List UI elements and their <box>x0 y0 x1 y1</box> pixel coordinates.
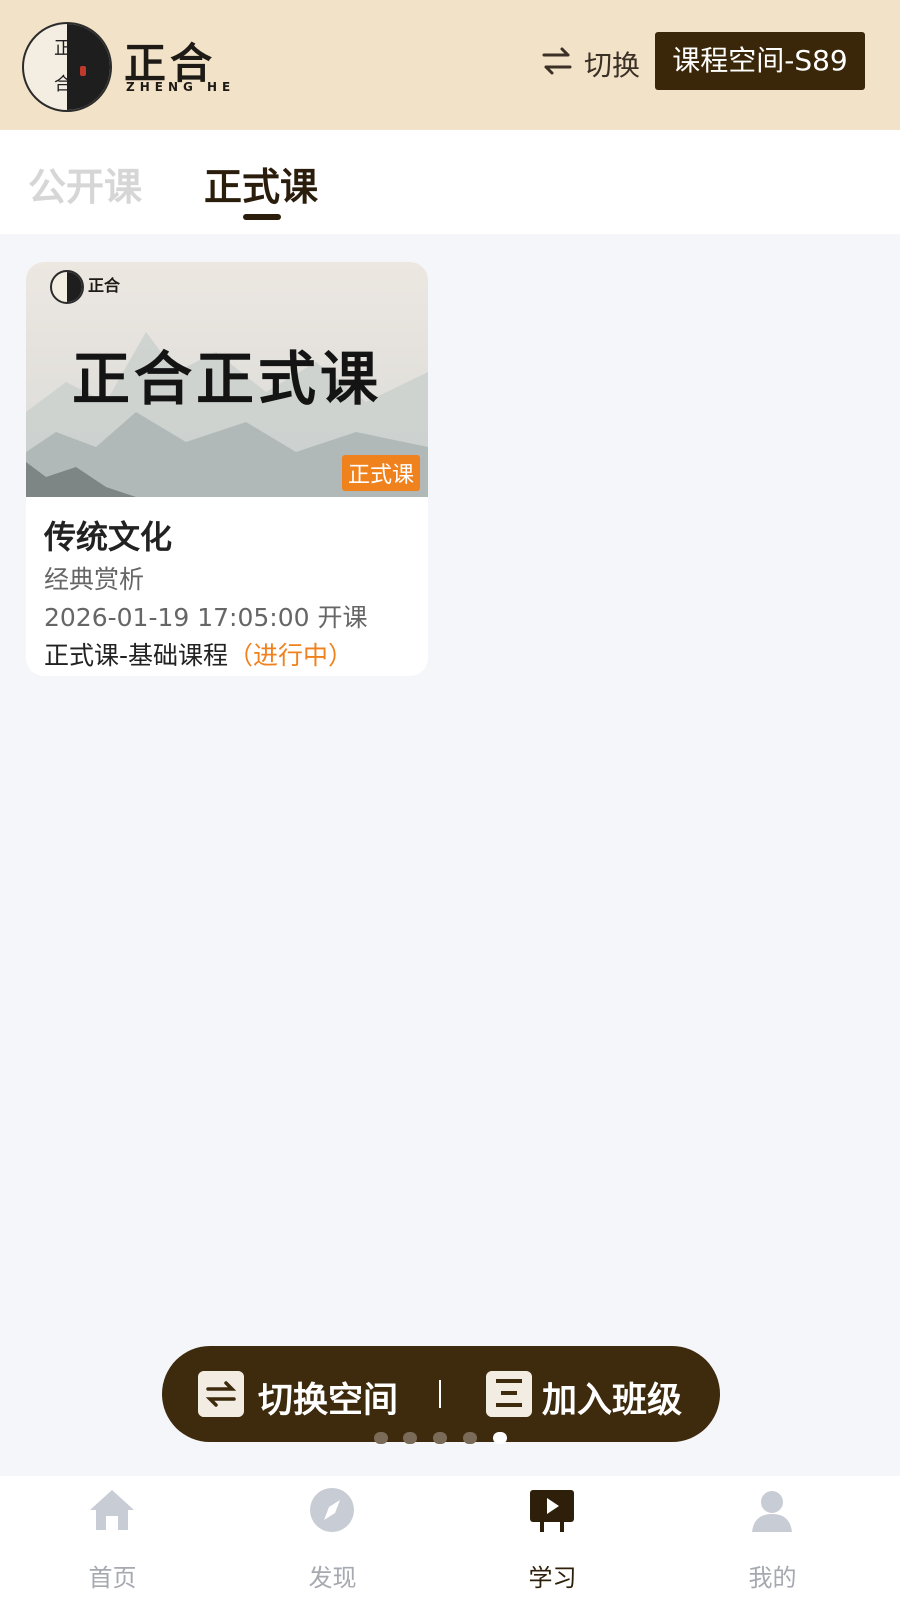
logo-char-top: 正 <box>54 38 72 59</box>
page-dot <box>374 1432 388 1444</box>
join-class-icon[interactable] <box>486 1371 532 1417</box>
active-tab-indicator <box>243 214 281 220</box>
course-type-badge: 正式课 <box>341 455 420 491</box>
home-icon <box>90 1490 134 1530</box>
logo-char-bottom: 合 <box>54 74 72 95</box>
action-divider <box>439 1380 441 1408</box>
course-status: （进行中） <box>228 641 354 670</box>
switch-arrows-icon[interactable] <box>540 44 574 78</box>
cover-logo-icon <box>50 270 84 304</box>
course-tabs: 公开课 正式课 <box>0 130 900 234</box>
course-title: 传统文化 <box>44 518 173 556</box>
cover-title: 正合正式课 <box>71 345 382 413</box>
app-header: 正 合 正合 ZHENG HE 切换 课程空间-S89 <box>0 0 900 130</box>
course-start-time: 2026-01-19 17:05:00 开课 <box>44 603 368 632</box>
nav-item-study[interactable]: 学习 <box>440 1476 665 1600</box>
brand-logo-icon: 正 合 <box>22 22 112 112</box>
course-category-line: 正式课-基础课程（进行中） <box>44 636 353 672</box>
tab-formal-course[interactable]: 正式课 <box>204 156 318 211</box>
page-dot-active <box>493 1432 507 1444</box>
bottom-navigation: 首页 发现 学习 我的 <box>0 1476 900 1600</box>
nav-label-home: 首页 <box>88 1564 137 1592</box>
course-category: 正式课-基础课程 <box>44 641 229 670</box>
course-card[interactable]: 正合 正合正式课 正式课 传统文化 经典赏析 2026-01-19 17:05:… <box>26 262 428 676</box>
join-class-button[interactable]: 加入班级 <box>542 1372 682 1423</box>
page-dot <box>463 1432 477 1444</box>
cover-brand: 正合 <box>88 276 121 295</box>
page-dot <box>433 1432 447 1444</box>
course-space-button[interactable]: 课程空间-S89 <box>655 32 865 90</box>
profile-icon <box>752 1491 792 1532</box>
switch-space-icon[interactable] <box>198 1371 244 1417</box>
study-play-icon <box>530 1490 574 1532</box>
switch-label[interactable]: 切换 <box>584 44 640 84</box>
floating-action-bar: 切换空间 加入班级 <box>162 1346 720 1442</box>
compass-icon <box>310 1488 354 1532</box>
nav-label-profile: 我的 <box>748 1564 797 1592</box>
nav-label-discover: 发现 <box>308 1564 357 1592</box>
course-cover-image: 正合 正合正式课 正式课 <box>26 262 428 497</box>
nav-item-home[interactable]: 首页 <box>0 1476 225 1600</box>
brand-name-en: ZHENG HE <box>126 80 236 94</box>
course-subtitle: 经典赏析 <box>44 565 145 594</box>
nav-label-study: 学习 <box>528 1564 577 1592</box>
switch-space-button[interactable]: 切换空间 <box>258 1372 398 1423</box>
tab-public-course[interactable]: 公开课 <box>28 156 142 211</box>
nav-item-discover[interactable]: 发现 <box>220 1476 445 1600</box>
nav-item-profile[interactable]: 我的 <box>660 1476 885 1600</box>
page-dot <box>403 1432 417 1444</box>
